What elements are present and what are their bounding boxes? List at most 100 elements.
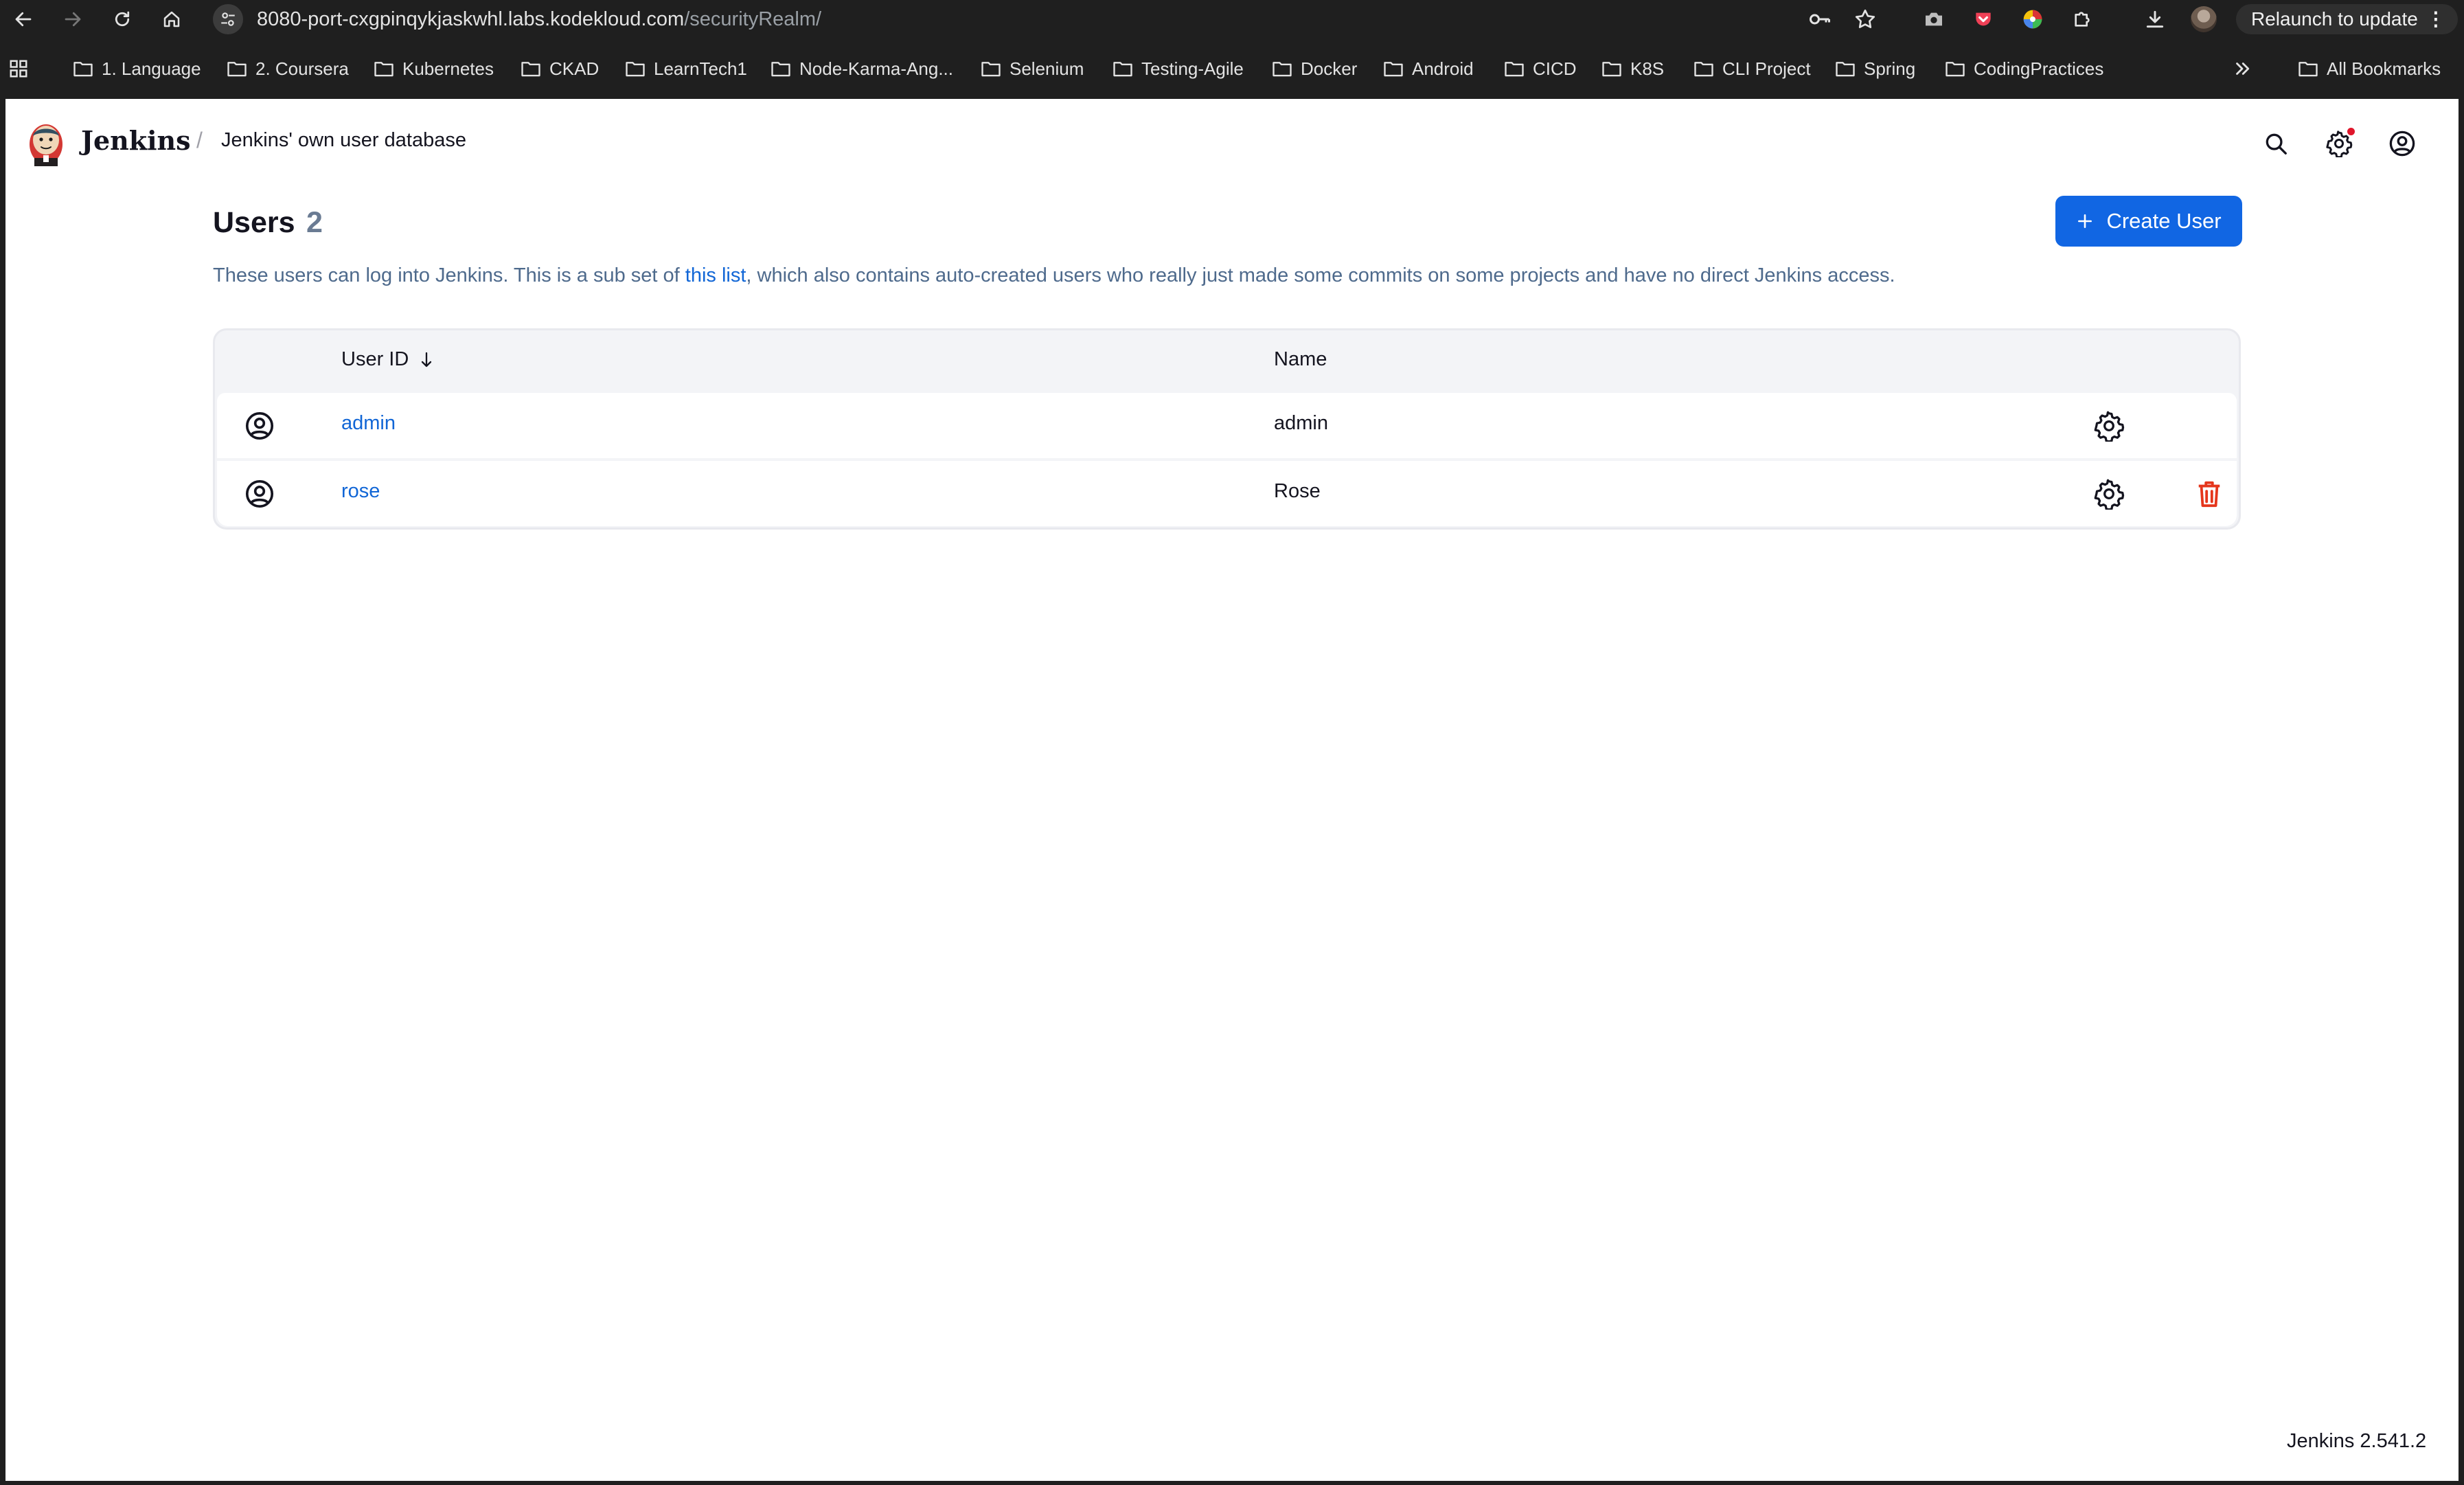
bookmark-folder-7[interactable]: Selenium bbox=[981, 55, 1084, 82]
bookmark-folder-9[interactable]: Docker bbox=[1272, 55, 1357, 82]
user-id-link[interactable]: rose bbox=[341, 480, 380, 503]
people-list-link[interactable]: this list bbox=[685, 264, 746, 286]
bookmark-label: CKAD bbox=[549, 58, 600, 79]
bookmark-label: Spring bbox=[1864, 58, 1916, 79]
bookmark-label: Testing-Agile bbox=[1141, 58, 1244, 79]
extensions-puzzle-icon[interactable] bbox=[2068, 5, 2096, 33]
folder-icon bbox=[1602, 62, 1621, 77]
apps-grid-icon[interactable] bbox=[8, 55, 29, 82]
all-bookmarks-folder[interactable]: All Bookmarks bbox=[2298, 55, 2441, 82]
user-full-name: Rose bbox=[1274, 480, 1321, 502]
pocket-icon[interactable] bbox=[1970, 5, 1997, 33]
bookmark-label: Kubernetes bbox=[402, 58, 494, 79]
folder-icon bbox=[1384, 62, 1403, 77]
folder-icon bbox=[227, 62, 247, 77]
bookmark-label: K8S bbox=[1630, 58, 1665, 79]
column-user-id[interactable]: User ID bbox=[341, 348, 435, 371]
manage-jenkins-button[interactable] bbox=[2322, 126, 2356, 161]
bookmarks-bar: 1. Language 2. Coursera Kubernetes CKAD … bbox=[0, 38, 2464, 99]
forward-button[interactable] bbox=[58, 4, 88, 34]
gear-icon bbox=[2094, 411, 2125, 442]
bookmark-label: Docker bbox=[1301, 58, 1358, 79]
bookmark-label: Node-Karma-Ang... bbox=[799, 58, 953, 79]
relaunch-button[interactable]: Relaunch to update ⋮ bbox=[2236, 4, 2458, 34]
bookmark-folder-3[interactable]: Kubernetes bbox=[374, 55, 494, 82]
bookmark-label: CICD bbox=[1533, 58, 1577, 79]
bookmark-folder-8[interactable]: Testing-Agile bbox=[1113, 55, 1244, 82]
jenkins-logo-icon[interactable] bbox=[25, 117, 67, 168]
table-header: User ID Name bbox=[215, 330, 2239, 393]
bookmark-label: CodingPractices bbox=[1974, 58, 2104, 79]
bookmarks-overflow-button[interactable] bbox=[2232, 55, 2252, 82]
table-row: admin admin bbox=[217, 393, 2237, 458]
bookmark-label: CLI Project bbox=[1722, 58, 1811, 79]
reload-button[interactable] bbox=[107, 4, 137, 34]
jenkins-version[interactable]: Jenkins 2.541.2 bbox=[2287, 1430, 2426, 1453]
folder-icon bbox=[1273, 62, 1292, 77]
create-user-button[interactable]: Create User bbox=[2055, 196, 2242, 247]
user-id-link[interactable]: admin bbox=[341, 412, 396, 435]
folder-icon bbox=[771, 62, 790, 77]
notification-dot bbox=[2347, 128, 2355, 135]
bookmark-label: Selenium bbox=[1009, 58, 1084, 79]
desc-text-before: These users can log into Jenkins. This i… bbox=[213, 264, 685, 286]
brand-title[interactable]: Jenkins bbox=[81, 125, 191, 156]
window-frame-bottom bbox=[0, 1481, 2464, 1485]
user-avatar-icon bbox=[243, 409, 276, 442]
profile-avatar[interactable] bbox=[2191, 6, 2217, 32]
users-count-badge: 2 bbox=[306, 206, 323, 239]
arrow-left-icon bbox=[15, 12, 32, 27]
folder-icon bbox=[1946, 62, 1965, 77]
configure-user-button[interactable] bbox=[2092, 409, 2125, 442]
folder-icon bbox=[981, 62, 1001, 77]
bookmark-folder-2[interactable]: 2. Coursera bbox=[227, 55, 349, 82]
gear-icon bbox=[2094, 479, 2125, 510]
more-vert-icon: ⋮ bbox=[2426, 8, 2445, 30]
password-key-icon[interactable] bbox=[1806, 5, 1834, 33]
folder-icon bbox=[1694, 62, 1713, 77]
delete-user-button[interactable] bbox=[2193, 477, 2226, 510]
folder-icon bbox=[521, 62, 540, 77]
bookmark-folder-5[interactable]: LearnTech1 bbox=[625, 55, 747, 82]
bookmark-folder-14[interactable]: Spring bbox=[1835, 55, 1915, 82]
bookmark-folder-12[interactable]: K8S bbox=[1601, 55, 1664, 82]
bookmark-label: 2. Coursera bbox=[255, 58, 349, 79]
window-frame-right bbox=[2459, 99, 2464, 1485]
breadcrumb[interactable]: Jenkins' own user database bbox=[221, 129, 466, 152]
configure-user-button[interactable] bbox=[2092, 477, 2125, 510]
table-row: rose Rose bbox=[217, 461, 2237, 526]
desc-text-after: , which also contains auto-created users… bbox=[746, 264, 1895, 286]
bookmark-folder-10[interactable]: Android bbox=[1383, 55, 1474, 82]
bookmark-folder-15[interactable]: CodingPractices bbox=[1945, 55, 2103, 82]
folder-icon bbox=[73, 62, 93, 77]
browser-toolbar: 8080-port-cxgpinqykjaskwhl.labs.kodeklou… bbox=[0, 0, 2464, 38]
column-name[interactable]: Name bbox=[1274, 348, 1327, 371]
site-info-button[interactable] bbox=[213, 4, 243, 34]
folder-icon bbox=[1113, 62, 1132, 77]
window-frame-left bbox=[0, 99, 5, 1485]
home-button[interactable] bbox=[157, 4, 187, 34]
page-title: Users bbox=[213, 206, 295, 239]
breadcrumb-separator: / bbox=[196, 128, 203, 152]
bookmark-folder-11[interactable]: CICD bbox=[1504, 55, 1577, 82]
bookmark-folder-1[interactable]: 1. Language bbox=[73, 55, 201, 82]
column-name-label: Name bbox=[1274, 348, 1327, 370]
bookmark-star-icon[interactable] bbox=[1851, 5, 1879, 33]
download-icon[interactable] bbox=[2141, 5, 2169, 33]
address-bar[interactable]: 8080-port-cxgpinqykjaskwhl.labs.kodeklou… bbox=[257, 5, 821, 33]
column-user-id-label: User ID bbox=[341, 348, 409, 370]
back-button[interactable] bbox=[8, 4, 38, 34]
bookmark-folder-6[interactable]: Node-Karma-Ang... bbox=[771, 55, 953, 82]
folder-icon bbox=[374, 62, 393, 77]
user-full-name: admin bbox=[1274, 412, 1328, 434]
user-menu-button[interactable] bbox=[2385, 126, 2419, 161]
color-wheel-icon[interactable] bbox=[2019, 5, 2046, 33]
camera-icon[interactable] bbox=[1920, 5, 1948, 33]
url-host: 8080-port-cxgpinqykjaskwhl.labs.kodeklou… bbox=[257, 8, 685, 30]
plus-icon bbox=[2078, 214, 2092, 228]
bookmark-folder-4[interactable]: CKAD bbox=[521, 55, 599, 82]
bookmark-folder-13[interactable]: CLI Project bbox=[1693, 55, 1811, 82]
search-button[interactable] bbox=[2259, 126, 2293, 161]
tune-icon bbox=[221, 12, 235, 26]
users-table: User ID Name admin admin rose Rose bbox=[213, 328, 2241, 530]
